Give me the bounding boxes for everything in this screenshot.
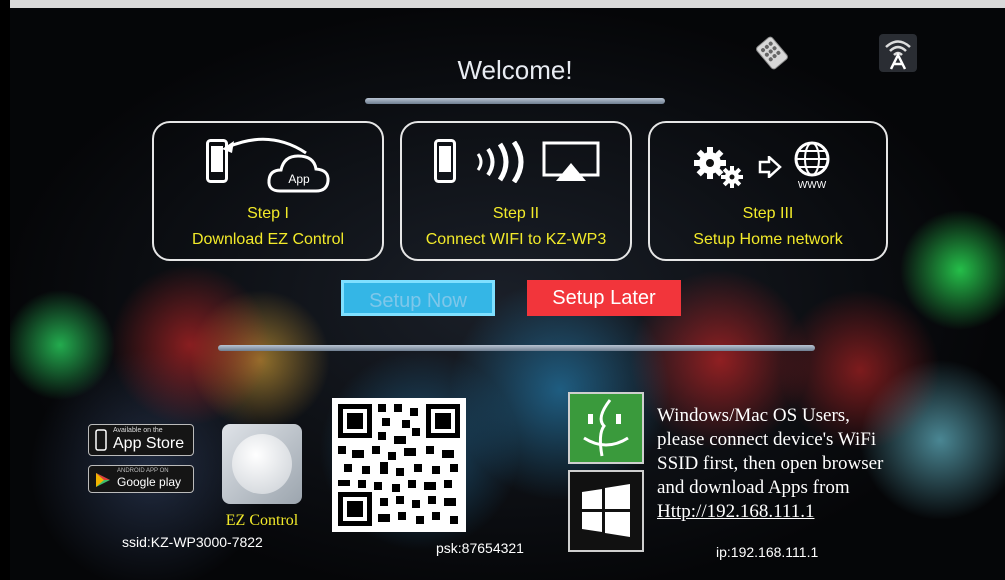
cloud-label: App: [288, 172, 310, 186]
step-3-card[interactable]: WWW Step III Setup Home network: [648, 121, 888, 261]
globe-icon: WWW: [790, 141, 834, 196]
phone-icon: [95, 429, 107, 456]
phone-icon: [434, 139, 456, 188]
instruction-line: please connect device's WiFi: [657, 429, 877, 450]
title-divider: [365, 98, 665, 104]
setup-later-button[interactable]: Setup Later: [527, 280, 681, 316]
instruction-line: SSID first, then open browser: [657, 453, 884, 474]
wifi-auto-icon[interactable]: [878, 33, 918, 73]
qr-code: [332, 398, 466, 532]
page-title: Welcome!: [457, 55, 573, 85]
dpad-icon: [232, 434, 292, 494]
step-1-card[interactable]: App Step I Download EZ Control: [152, 121, 384, 261]
instruction-line: and download Apps from: [657, 477, 850, 498]
google-play-large-label: Google play: [117, 475, 182, 489]
globe-label: WWW: [798, 180, 827, 191]
app-store-small-label: Available on the: [113, 427, 163, 434]
download-link[interactable]: Http://192.168.111.1: [657, 500, 883, 524]
wifi-waves-icon: [474, 140, 532, 188]
app-store-large-label: App Store: [113, 435, 185, 452]
app-cloud-icon: App: [266, 149, 332, 200]
setup-now-button[interactable]: Setup Now: [341, 280, 495, 316]
ssid-text: ssid:KZ-WP3000-7822: [122, 534, 263, 550]
ip-text: ip:192.168.111.1: [716, 544, 819, 560]
screen-bezel-top: [0, 0, 1005, 8]
step-desc: Setup Home network: [693, 231, 843, 248]
airplay-icon: [542, 141, 600, 190]
remote-control-icon[interactable]: [752, 33, 792, 73]
windows-logo-icon: [568, 470, 644, 552]
gears-icon: [692, 145, 748, 194]
instruction-line: Windows/Mac OS Users,: [657, 405, 850, 426]
arrow-right-icon: [758, 154, 782, 183]
ez-control-label: EZ Control: [225, 512, 299, 529]
app-store-badge[interactable]: Available on the App Store: [88, 424, 194, 456]
tv-screen: Welcome! App Step I Download EZ Control: [0, 0, 1005, 580]
section-divider: [218, 345, 815, 351]
google-play-badge[interactable]: ANDROID APP ON Google play: [88, 465, 194, 493]
screen-bezel-left: [0, 0, 10, 580]
step-desc: Connect WIFI to KZ-WP3: [425, 231, 607, 248]
step-title: Step I: [247, 205, 289, 222]
step-title: Step II: [492, 205, 540, 222]
psk-text: psk:87654321: [436, 540, 524, 556]
google-play-small-label: ANDROID APP ON: [117, 468, 169, 474]
step-2-card[interactable]: Step II Connect WIFI to KZ-WP3: [400, 121, 632, 261]
google-play-icon: [95, 472, 111, 493]
step-desc: Download EZ Control: [191, 231, 345, 248]
step-title: Step III: [742, 205, 794, 222]
mac-finder-icon: [568, 392, 644, 464]
instruction-text: Windows/Mac OS Users, please connect dev…: [657, 404, 883, 524]
ez-control-app-icon[interactable]: [222, 424, 302, 504]
